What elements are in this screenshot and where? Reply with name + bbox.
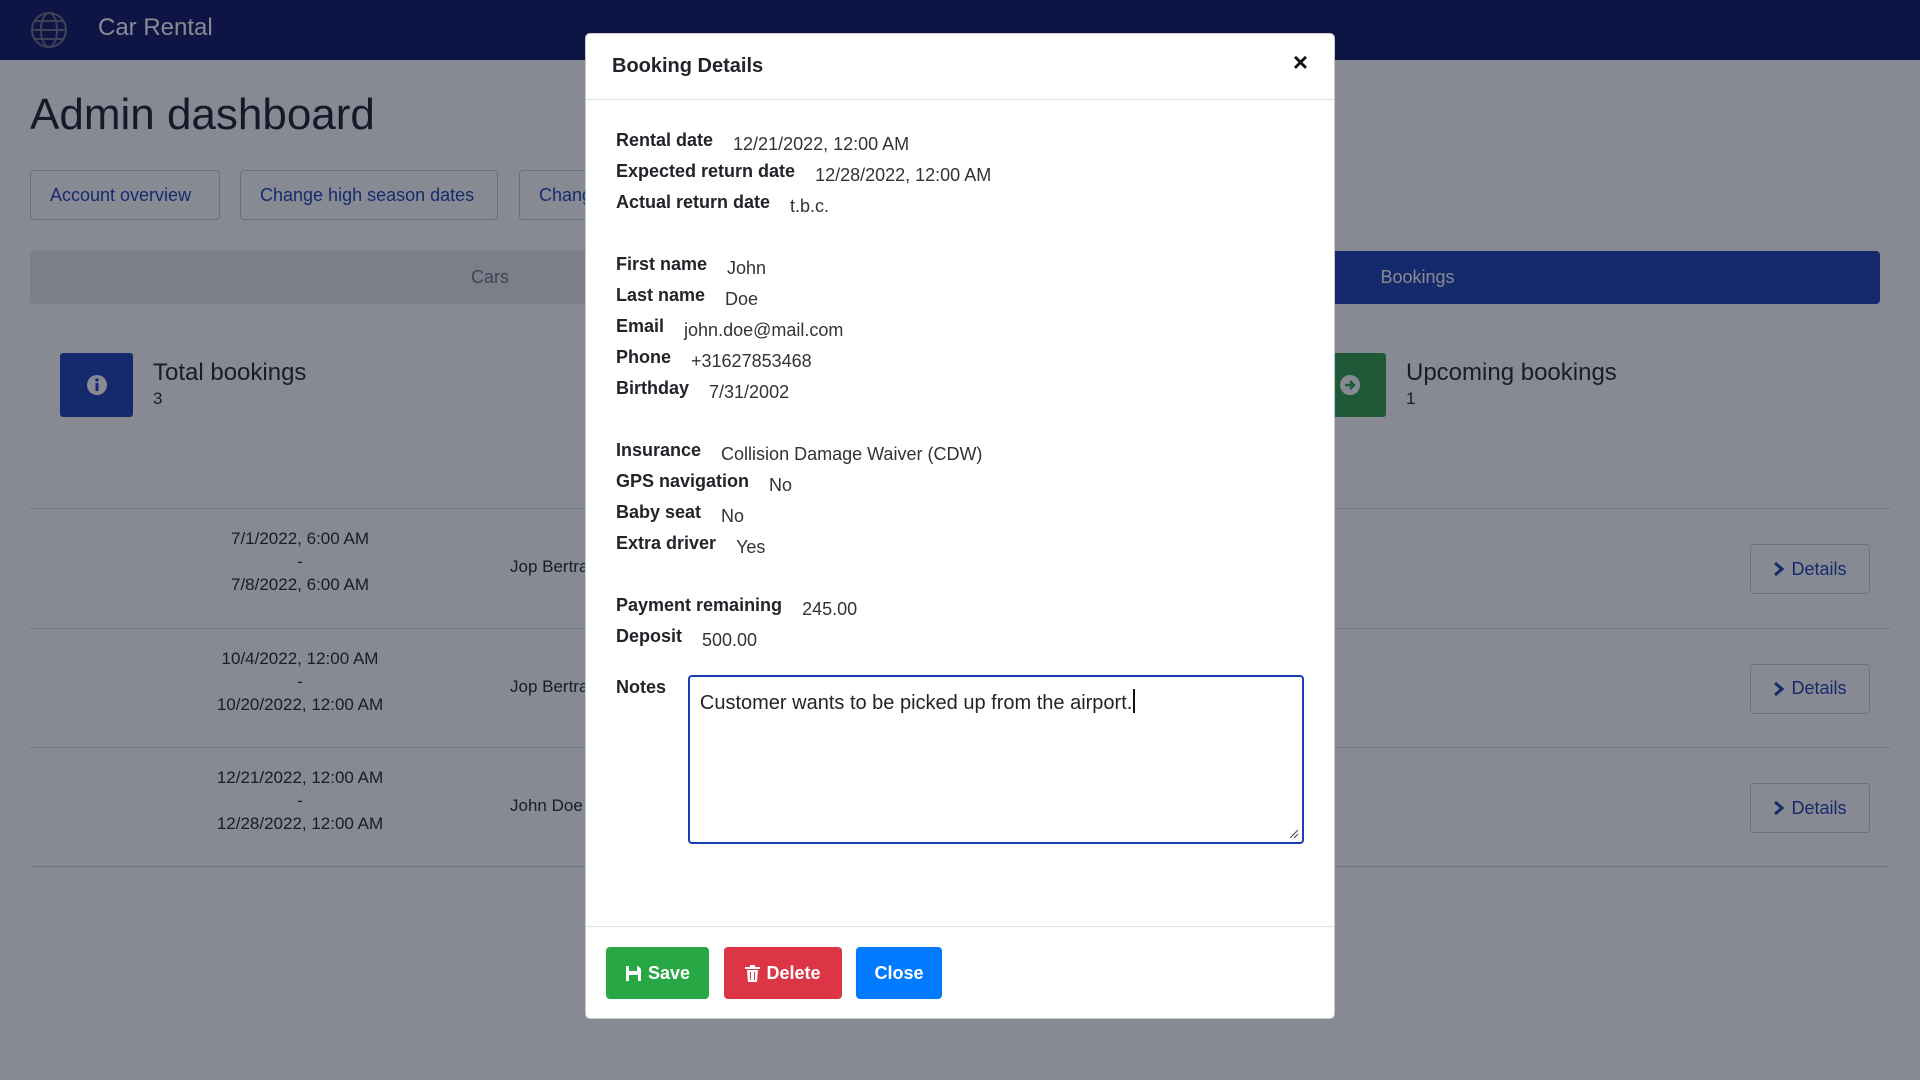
- expected-return-date-label: Expected return date: [616, 161, 796, 181]
- close-button[interactable]: Close: [856, 947, 942, 999]
- insurance-label: Insurance: [616, 440, 702, 460]
- modal-header: Booking Details ×: [586, 34, 1334, 100]
- resize-grip-icon[interactable]: [1289, 829, 1299, 839]
- baby-seat-label: Baby seat: [616, 502, 702, 522]
- booking-details-modal: Booking Details × Rental date 12/21/2022,…: [585, 33, 1335, 1019]
- trash-icon: [745, 964, 761, 982]
- first-name-value: John: [727, 258, 767, 278]
- phone-value: +31627853468: [691, 351, 812, 371]
- birthday-label: Birthday: [616, 378, 690, 398]
- save-button[interactable]: Save: [606, 947, 709, 999]
- payment-group: Payment remaining 245.00 Deposit 500.00: [616, 595, 1304, 657]
- notes-text: Customer wants to be picked up from the …: [699, 692, 1133, 714]
- close-icon[interactable]: ×: [1293, 49, 1308, 75]
- modal-footer: Save Delete Close: [586, 926, 1334, 1018]
- modal-title: Booking Details: [612, 55, 764, 77]
- last-name-label: Last name: [616, 285, 706, 305]
- baby-seat-value: No: [721, 506, 745, 526]
- gps-navigation-label: GPS navigation: [616, 471, 750, 491]
- payment-remaining-value: 245.00: [802, 599, 858, 619]
- birthday-value: 7/31/2002: [709, 382, 790, 402]
- save-label: Save: [647, 962, 691, 983]
- notes-label: Notes: [616, 677, 667, 697]
- email-value: john.doe@mail.com: [684, 320, 844, 340]
- payment-remaining-label: Payment remaining: [616, 595, 783, 615]
- expected-return-date-value: 12/28/2022, 12:00 AM: [815, 165, 992, 185]
- delete-label: Delete: [766, 962, 821, 983]
- notes-row: Notes Customer wants to be picked up fro…: [616, 675, 1304, 844]
- dates-group: Rental date 12/21/2022, 12:00 AM Expected…: [616, 130, 1304, 223]
- modal-body: Rental date 12/21/2022, 12:00 AM Expected…: [586, 100, 1334, 844]
- actual-return-date-value: t.b.c.: [790, 196, 830, 216]
- actual-return-date-label: Actual return date: [616, 192, 771, 212]
- extras-group: Insurance Collision Damage Waiver (CDW) G…: [616, 440, 1304, 564]
- gps-navigation-value: No: [769, 475, 793, 495]
- notes-textarea[interactable]: Customer wants to be picked up from the …: [687, 675, 1304, 844]
- rental-date-value: 12/21/2022, 12:00 AM: [733, 134, 910, 154]
- first-name-label: First name: [616, 254, 708, 274]
- deposit-value: 500.00: [702, 630, 758, 650]
- customer-group: First name John Last name Doe Email john.do…: [616, 254, 1304, 409]
- extra-driver-value: Yes: [736, 537, 766, 557]
- phone-label: Phone: [616, 347, 672, 367]
- extra-driver-label: Extra driver: [616, 533, 717, 553]
- floppy-disk-icon: [625, 965, 641, 981]
- text-caret: [1133, 689, 1136, 713]
- email-label: Email: [616, 316, 665, 336]
- deposit-label: Deposit: [616, 626, 683, 646]
- insurance-value: Collision Damage Waiver (CDW): [721, 444, 983, 464]
- delete-button[interactable]: Delete: [724, 947, 842, 999]
- last-name-value: Doe: [725, 289, 759, 309]
- rental-date-label: Rental date: [616, 130, 714, 150]
